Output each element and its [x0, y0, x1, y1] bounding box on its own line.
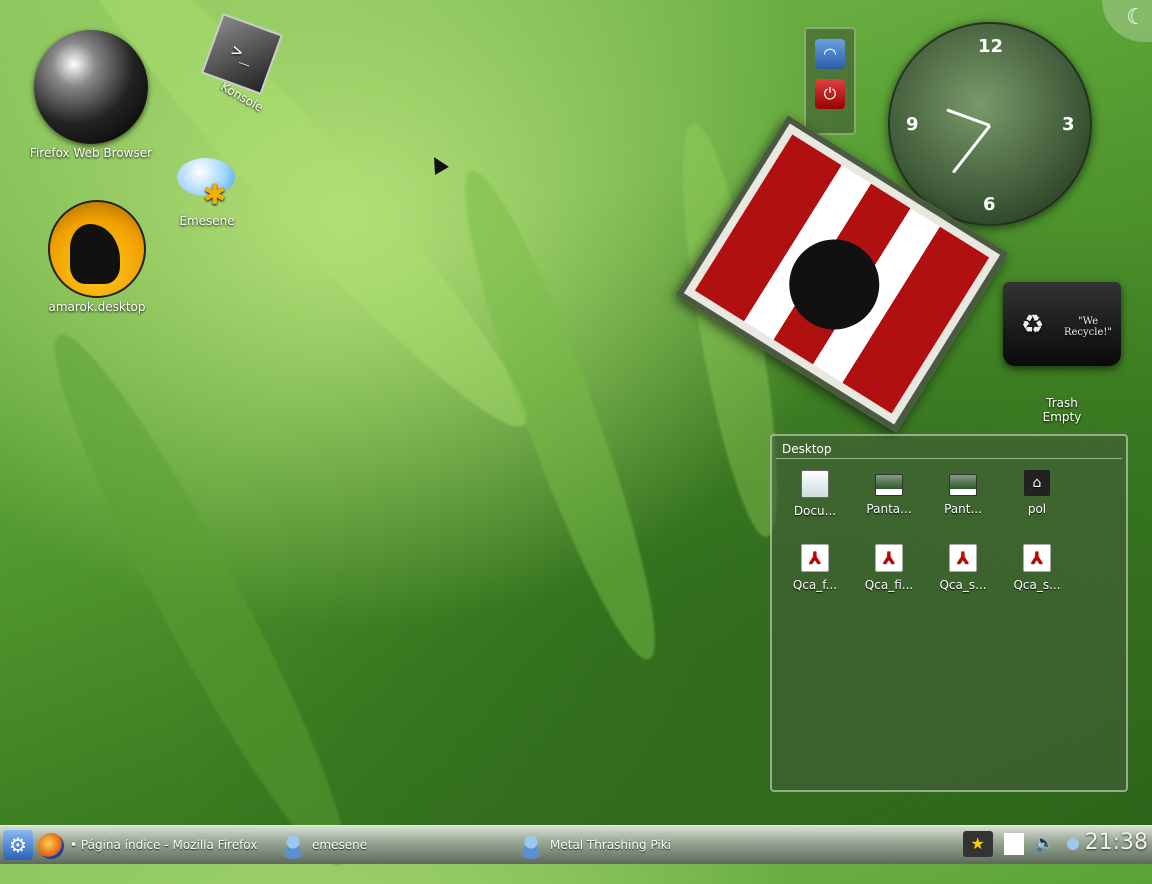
- desktop-icon-firefox[interactable]: Firefox Web Browser: [28, 30, 154, 160]
- desktop-icon-amarok[interactable]: amarok.desktop: [46, 200, 148, 314]
- lock-logout-widget: ◠ ⏻: [804, 27, 856, 135]
- amarok-wolf-icon: [48, 200, 146, 298]
- folder-item[interactable]: ⅄ Qca_s...: [928, 544, 998, 592]
- emesene-busy-user-icon: [518, 832, 544, 859]
- clock-numeral: 12: [978, 36, 1004, 57]
- plasma-toolbox-icon[interactable]: ☾: [1102, 0, 1152, 42]
- folder-item-label: Docu...: [793, 504, 837, 518]
- image-icon: [875, 474, 903, 496]
- task-firefox[interactable]: • Página índice - Mozilla Firefox: [38, 832, 258, 859]
- task-label: • Página índice - Mozilla Firefox: [70, 838, 258, 852]
- clock-numeral: 6: [983, 194, 996, 215]
- desktop-icon-label: amarok.desktop: [48, 300, 146, 314]
- system-tray: ★ 🔈 ●: [957, 831, 1086, 859]
- folder-item-label: Qca_fi...: [864, 578, 914, 592]
- clock-numeral: 3: [1062, 114, 1075, 135]
- folder-item[interactable]: ⌂ pol: [1002, 470, 1072, 516]
- firefox-icon: [38, 832, 64, 859]
- folder-item[interactable]: Docu...: [780, 470, 850, 518]
- taskbar-clock[interactable]: 21:38: [1085, 830, 1148, 855]
- emesene-icon: ✱: [177, 158, 237, 212]
- emesene-user-icon: [280, 832, 306, 859]
- desktop-icon-konsole[interactable]: >_ Konsole: [200, 12, 284, 115]
- emesene-tray-icon[interactable]: ●: [1066, 833, 1086, 855]
- task-emesene[interactable]: emesene: [280, 832, 368, 859]
- folder-view-widget: Desktop Docu... Panta... Pant... ⌂ pol ⅄…: [770, 434, 1128, 792]
- taskbar: ⚙ • Página índice - Mozilla Firefox emes…: [0, 825, 1152, 864]
- trash-label: Trash: [1046, 396, 1078, 410]
- desktop-icon-label: Firefox Web Browser: [29, 146, 153, 160]
- mouse-cursor-icon: [427, 153, 449, 175]
- home-folder-icon: ⌂: [1024, 470, 1050, 496]
- folder-item-label: Pant...: [944, 502, 982, 516]
- task-label: emesene: [312, 838, 368, 852]
- trash-bin-icon: ♻ "We Recycle!": [1003, 282, 1121, 366]
- task-chat-window[interactable]: Metal Thrashing Piki: [518, 832, 671, 859]
- folder-item-label: Qca_f...: [792, 578, 838, 592]
- folder-item[interactable]: Pant...: [928, 470, 998, 516]
- wallpaper-grass: [23, 316, 377, 884]
- trash-slogan: "We Recycle!": [1063, 316, 1113, 338]
- recycle-icon: ♻: [1021, 310, 1045, 340]
- folder-item[interactable]: Panta...: [854, 470, 924, 516]
- kde-logo-icon: ⚙: [9, 833, 27, 857]
- desktop-icon-emesene[interactable]: ✱ Emesene: [174, 158, 240, 228]
- klipper-icon[interactable]: [1003, 833, 1024, 855]
- folder-item[interactable]: ⅄ Qca_s...: [1002, 544, 1072, 592]
- wallpaper-grass: [438, 158, 682, 672]
- image-icon: [949, 474, 977, 496]
- clock-hour-hand: [946, 108, 991, 127]
- lock-icon: ◠: [823, 44, 837, 63]
- clock-minute-hand: [951, 124, 992, 174]
- task-label: Metal Thrashing Piki: [550, 838, 671, 852]
- folder-item-label: Qca_s...: [1013, 578, 1061, 592]
- clock-numeral: 9: [906, 114, 919, 135]
- lock-screen-button[interactable]: ◠: [815, 39, 845, 69]
- firefox-globe-icon: [34, 30, 148, 144]
- folder-item-label: Panta...: [866, 502, 912, 516]
- folder-item[interactable]: ⅄ Qca_fi...: [854, 544, 924, 592]
- pdf-icon: ⅄: [875, 544, 903, 572]
- folder-view-title: Desktop: [776, 436, 1122, 459]
- document-icon: [801, 470, 829, 498]
- pdf-icon: ⅄: [949, 544, 977, 572]
- analog-clock-widget: 12 3 6 9: [888, 22, 1092, 226]
- trash-status: Empty: [1042, 410, 1082, 424]
- volume-icon[interactable]: 🔈: [1035, 833, 1055, 855]
- logout-button[interactable]: ⏻: [815, 79, 845, 109]
- desktop-icon-label: Emesene: [179, 214, 235, 228]
- device-notifier-icon[interactable]: ★: [962, 831, 993, 857]
- pdf-icon: ⅄: [801, 544, 829, 572]
- power-icon: ⏻: [823, 84, 837, 103]
- folder-item-label: Qca_s...: [939, 578, 987, 592]
- trash-widget[interactable]: ♻ "We Recycle!" Trash Empty: [1000, 282, 1124, 424]
- kickoff-menu-button[interactable]: ⚙: [3, 830, 33, 860]
- pdf-icon: ⅄: [1023, 544, 1051, 572]
- folder-item[interactable]: ⅄ Qca_f...: [780, 544, 850, 592]
- folder-item-label: pol: [1027, 502, 1047, 516]
